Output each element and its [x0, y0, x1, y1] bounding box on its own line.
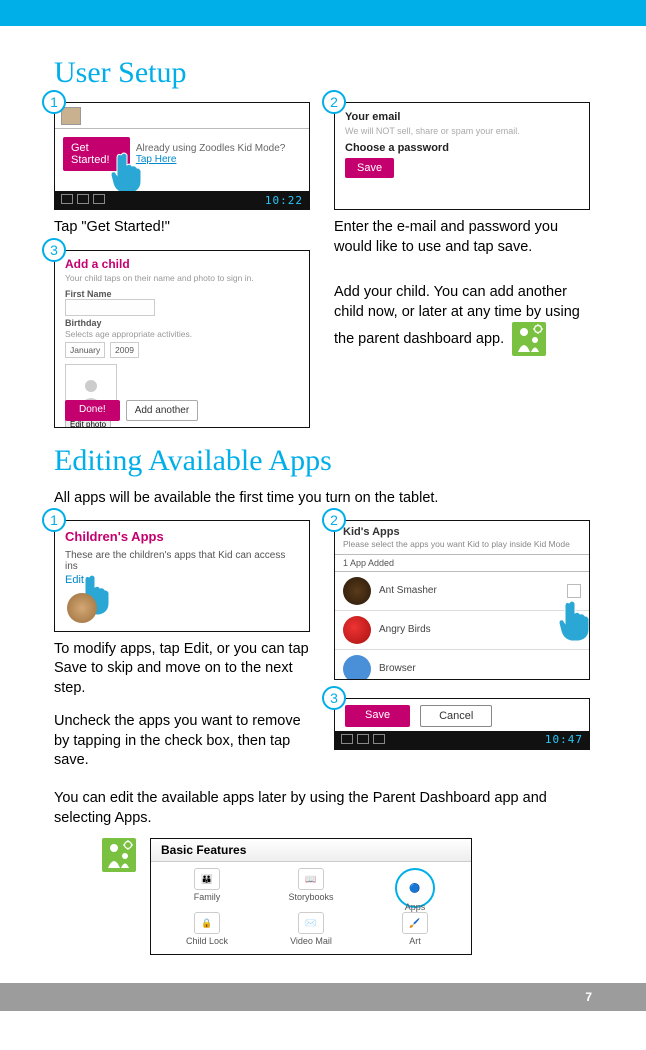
email-disclaimer: We will NOT sell, share or spam your ema… [345, 126, 579, 136]
lock-icon: 🔒 [194, 912, 220, 934]
basic-features-panel: Basic Features 👪Family 📖Storybooks 🔵Apps… [150, 838, 472, 955]
checkbox[interactable] [567, 584, 581, 598]
choose-password-label: Choose a password [345, 142, 579, 154]
parent-dashboard-icon [102, 838, 136, 872]
month-select[interactable]: January [65, 342, 105, 358]
step-badge-2: 2 [322, 90, 346, 114]
birthday-sub: Selects age appropriate activities. [65, 329, 299, 339]
section-title-editing-apps: Editing Available Apps [54, 444, 592, 478]
cancel-button[interactable]: Cancel [420, 705, 492, 727]
edit-step-badge-1: 1 [42, 508, 66, 532]
edit-step-badge-2: 2 [322, 508, 346, 532]
app-name: Browser [379, 663, 416, 674]
add-child-title: Add a child [65, 257, 299, 271]
edit-step-badge-3: 3 [322, 686, 346, 710]
apps-icon: 🔵 [402, 877, 428, 899]
browser-icon [343, 655, 371, 680]
clock-text: 10:22 [265, 194, 303, 207]
year-select[interactable]: 2009 [110, 342, 139, 358]
caption-edit-step1: To modify apps, tap Edit, or you can tap… [54, 640, 310, 699]
storybooks-icon: 📖 [298, 868, 324, 890]
add-another-button[interactable]: Add another [126, 400, 199, 421]
app-row[interactable]: Ant Smasher [335, 572, 589, 611]
childrens-apps-title: Children's Apps [65, 529, 299, 544]
page-number: 7 [585, 990, 592, 1004]
save-button[interactable]: Save [345, 158, 394, 178]
screenshot-email-password: Your email We will NOT sell, share or sp… [334, 102, 590, 210]
screenshot-add-child: Add a child Your child taps on their nam… [54, 250, 310, 428]
add-child-sub: Your child taps on their name and photo … [65, 273, 299, 283]
hand-pointer-icon [557, 599, 590, 646]
feature-apps[interactable]: 🔵Apps [363, 868, 467, 912]
kids-apps-desc: Please select the apps you want Kid to p… [343, 539, 581, 549]
screenshot-childrens-apps: Children's Apps These are the children's… [54, 520, 310, 632]
your-email-label: Your email [345, 111, 579, 123]
first-name-label: First Name [65, 289, 299, 299]
kids-apps-title: Kid's Apps [343, 526, 581, 538]
child-avatar-icon [67, 593, 97, 623]
app-name: Ant Smasher [379, 585, 437, 596]
ant-smasher-icon [343, 577, 371, 605]
app-name: Angry Birds [379, 624, 431, 635]
feature-video-mail[interactable]: ✉️Video Mail [259, 912, 363, 946]
caption-edit-step1b: Uncheck the apps you want to remove by t… [54, 712, 310, 771]
childrens-apps-desc: These are the children's apps that Kid c… [65, 550, 299, 572]
app-count-bar: 1 App Added [335, 554, 589, 572]
feature-family[interactable]: 👪Family [155, 868, 259, 912]
section-title-user-setup: User Setup [54, 56, 592, 90]
caption-step2: Enter the e-mail and pass­word you would… [334, 218, 590, 257]
screenshot-kids-apps: Kid's Apps Please select the apps you wa… [334, 520, 590, 680]
android-navbar: 10:22 [55, 191, 309, 209]
mail-icon: ✉️ [298, 912, 324, 934]
app-row[interactable]: Browser [335, 650, 589, 680]
family-icon: 👪 [194, 868, 220, 890]
page-body: User Setup 1 Get Started! Already using … [0, 26, 646, 955]
parent-dashboard-icon [512, 322, 546, 356]
editing-apps-intro: All apps will be available the first tim… [54, 490, 592, 506]
android-navbar: 10:47 [335, 731, 589, 749]
top-bar [0, 0, 646, 26]
first-name-field[interactable] [65, 299, 155, 316]
step-badge-3: 3 [42, 238, 66, 262]
art-icon: 🖌️ [402, 912, 428, 934]
app-row[interactable]: Angry Birds [335, 611, 589, 650]
page-footer: 7 [0, 983, 646, 1011]
step-badge-1: 1 [42, 90, 66, 114]
feature-art[interactable]: 🖌️Art [363, 912, 467, 946]
screenshot-save-cancel: Save Cancel 10:47 [334, 698, 590, 750]
save-apps-button[interactable]: Save [345, 705, 410, 727]
editing-apps-outro: You can edit the available apps later by… [54, 789, 592, 828]
add-child-paragraph: Add your child. You can add another chil… [334, 283, 590, 356]
already-using-text: Already using Zoodles Kid Mode? Tap Here [136, 143, 301, 165]
caption-step1: Tap "Get Started!" [54, 218, 310, 238]
thumbnail-icon [61, 107, 81, 125]
clock-text: 10:47 [545, 733, 583, 746]
feature-child-lock[interactable]: 🔒Child Lock [155, 912, 259, 946]
feature-storybooks[interactable]: 📖Storybooks [259, 868, 363, 912]
basic-features-title: Basic Features [151, 839, 471, 862]
done-button[interactable]: Done! [65, 400, 120, 421]
angry-birds-icon [343, 616, 371, 644]
screenshot-get-started: Get Started! Already using Zoodles Kid M… [54, 102, 310, 210]
birthday-label: Birthday [65, 318, 299, 328]
